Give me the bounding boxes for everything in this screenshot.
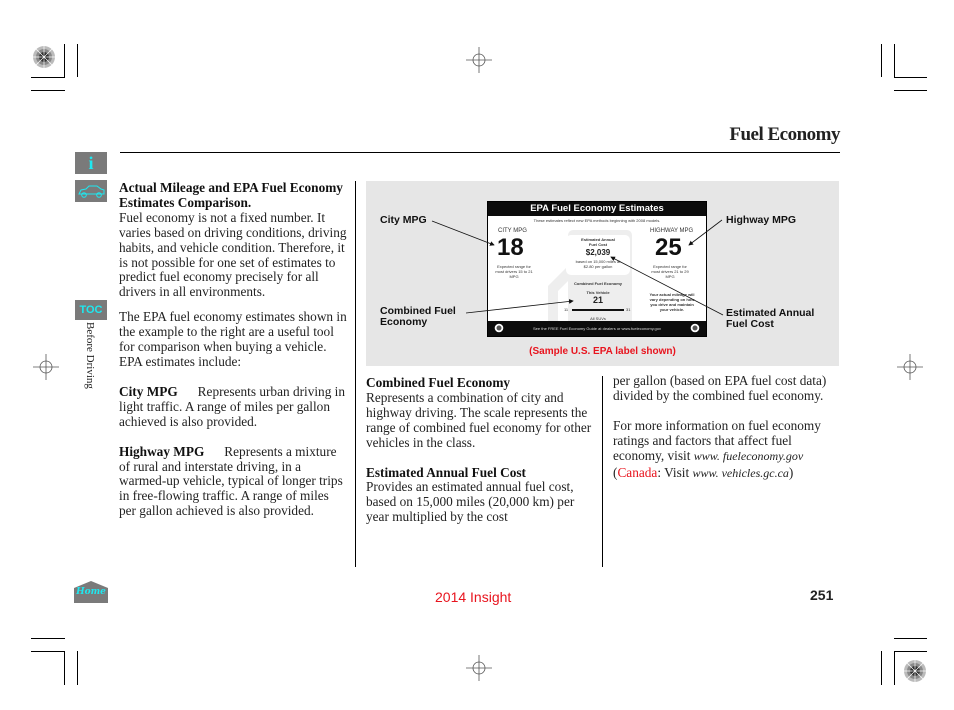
- crop-mark: [894, 90, 927, 91]
- crosshair-icon: [897, 354, 923, 380]
- annual-fuel-cost-term: Estimated Annual Fuel Cost: [366, 464, 526, 480]
- info-button[interactable]: i: [75, 152, 107, 174]
- crosshair-icon: [466, 47, 492, 73]
- epa-intro-paragraph: The EPA fuel economy estimates shown in …: [119, 309, 347, 369]
- toc-label: TOC: [79, 304, 103, 316]
- info-icon: i: [88, 153, 94, 173]
- city-mpg-definition: City MPG Represents urban driving in lig…: [119, 383, 347, 430]
- arrow-city: [431, 220, 495, 246]
- crosshair-icon: [33, 354, 59, 380]
- column-divider: [602, 376, 603, 567]
- crop-mark: [64, 44, 65, 78]
- crop-mark: [77, 44, 78, 77]
- middle-column: Combined Fuel Economy Represents a combi…: [366, 375, 596, 540]
- crop-mark: [31, 77, 65, 78]
- crop-mark: [894, 651, 927, 652]
- annual-fuel-cost-continued: per gallon (based on EPA fuel cost data)…: [613, 373, 827, 403]
- crop-mark: [31, 651, 65, 652]
- car-icon: [78, 185, 105, 198]
- combined-fuel-economy-term: Combined Fuel Economy: [366, 375, 511, 390]
- crop-mark: [894, 44, 895, 78]
- intro-paragraph: Fuel economy is not a fixed number. It v…: [119, 209, 347, 300]
- highway-mpg-term: Highway MPG: [119, 443, 205, 459]
- footer-model-name: 2014 Insight: [435, 589, 512, 605]
- toc-button[interactable]: TOC: [75, 300, 107, 320]
- crop-mark: [31, 90, 65, 91]
- paren-close: ): [788, 464, 794, 480]
- page-number: 251: [810, 587, 834, 603]
- vehicle-index-button[interactable]: [75, 180, 107, 202]
- right-column: per gallon (based on EPA fuel cost data)…: [613, 373, 838, 481]
- canada-visit-text: : Visit: [657, 464, 690, 480]
- crop-mark: [31, 638, 65, 639]
- callout-arrows: [431, 219, 724, 316]
- home-label: Home: [76, 587, 106, 597]
- crop-mark: [77, 651, 78, 685]
- combined-fuel-economy-description: Represents a combination of city and hig…: [366, 389, 592, 450]
- figure-caption: (Sample U.S. EPA label shown): [529, 346, 676, 357]
- home-button[interactable]: Home: [74, 581, 108, 603]
- arrow-highway: [688, 219, 723, 246]
- vehicles-gc-ca-link[interactable]: www. vehicles.gc.ca: [692, 466, 788, 480]
- crosshair-icon: [466, 655, 492, 681]
- page-title: Fuel Economy: [729, 124, 840, 145]
- canada-label: Canada: [617, 464, 658, 480]
- column-divider: [355, 181, 356, 567]
- crop-mark: [64, 651, 65, 685]
- arrow-combined: [465, 299, 574, 314]
- arrow-annual: [610, 256, 724, 316]
- registration-target-icon: [33, 46, 55, 68]
- fueleconomy-link[interactable]: www. fueleconomy.gov: [694, 449, 803, 463]
- highway-mpg-definition: Highway MPG Represents a mixture of rura…: [119, 443, 347, 520]
- crop-mark: [894, 77, 927, 78]
- left-column: Actual Mileage and EPA Fuel Economy Esti…: [119, 180, 347, 534]
- section-tab-label: Before Driving: [84, 322, 96, 389]
- registration-target-icon: [904, 660, 926, 682]
- canada-info: (Canada: Visit www. vehicles.gc.ca): [613, 464, 838, 481]
- annual-fuel-cost-description: Provides an estimated annual fuel cost, …: [366, 479, 575, 525]
- title-rule: [120, 152, 840, 153]
- crop-mark: [894, 638, 927, 639]
- crop-mark: [881, 651, 882, 685]
- epa-label-figure: City MPG Combined Fuel Economy Highway M…: [366, 181, 839, 366]
- crop-mark: [881, 44, 882, 77]
- section-heading: Actual Mileage and EPA Fuel Economy Esti…: [119, 180, 343, 210]
- crop-mark: [894, 651, 895, 685]
- city-mpg-term: City MPG: [119, 383, 178, 399]
